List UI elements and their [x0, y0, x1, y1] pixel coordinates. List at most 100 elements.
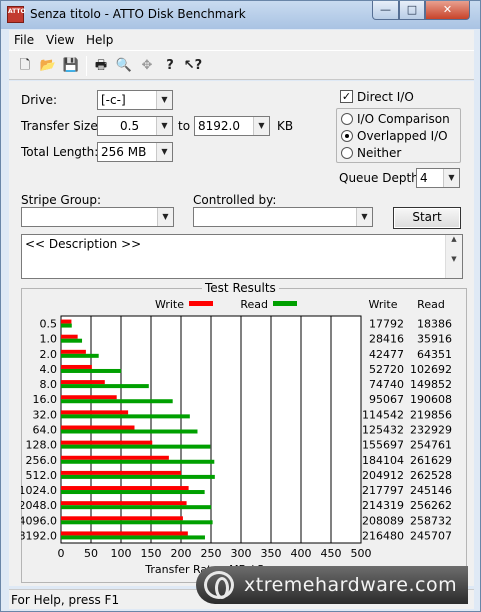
total-length-value: 256 MB [101, 145, 147, 159]
write-value: 74740 [369, 378, 404, 391]
watermark-text: xtremehardware.com [244, 574, 458, 596]
kb-label: KB [277, 119, 294, 133]
overlapped-io-radio[interactable] [341, 130, 353, 142]
scroll-down-icon[interactable]: ▼ [446, 255, 462, 263]
read-value: 219856 [410, 408, 452, 421]
new-file-icon[interactable]: 🗋 [15, 56, 35, 76]
y-tick-label: 1.0 [40, 333, 58, 346]
overlapped-io-label[interactable]: Overlapped I/O [357, 129, 448, 143]
write-bar [61, 395, 117, 400]
write-value: 42477 [369, 348, 404, 361]
read-value: 149852 [410, 378, 452, 391]
main-panel: Drive: [-c-] ▼ Transfer Size: 0.5 ▼ to 8… [9, 81, 474, 586]
y-tick-label: 256.0 [26, 454, 58, 467]
write-bar [61, 501, 187, 506]
menu-view[interactable]: View [46, 33, 74, 47]
y-tick-label: 4.0 [40, 363, 58, 376]
main-window: ATTO Senza titolo - ATTO Disk Benchmark … [0, 0, 481, 612]
write-bar [61, 455, 169, 460]
read-value: 254761 [410, 439, 452, 452]
write-bar [61, 349, 86, 354]
watermark-banner: xtremehardware.com [196, 566, 468, 604]
y-tick-label: 4096.0 [21, 514, 57, 527]
y-tick-label: 16.0 [33, 393, 58, 406]
write-value: 95067 [369, 393, 404, 406]
write-bar [61, 531, 188, 536]
queue-depth-value: 4 [420, 171, 428, 185]
x-tick-label: 400 [291, 547, 312, 560]
drive-select[interactable]: [-c-] ▼ [97, 90, 173, 110]
chevron-down-icon[interactable]: ▼ [156, 117, 172, 135]
print-icon[interactable]: 🖶 [91, 56, 111, 76]
read-bar [61, 444, 211, 449]
chevron-down-icon[interactable]: ▼ [156, 91, 172, 109]
y-tick-label: 2048.0 [21, 499, 57, 512]
read-bar [61, 490, 205, 495]
to-label: to [178, 119, 191, 133]
start-button[interactable]: Start [393, 207, 461, 229]
description-scrollbar[interactable]: ▲ ▼ [445, 235, 462, 278]
description-text: << Description >> [25, 237, 142, 251]
y-tick-label: 0.5 [40, 318, 58, 331]
chevron-down-icon[interactable]: ▼ [253, 117, 269, 135]
write-value: 216480 [362, 529, 404, 542]
menu-file[interactable]: File [14, 33, 34, 47]
read-bar [61, 474, 215, 479]
neither-label[interactable]: Neither [357, 146, 401, 160]
print-preview-icon[interactable]: 🔍 [114, 56, 134, 76]
read-column-header: Read [417, 298, 445, 311]
direct-io-label[interactable]: Direct I/O [357, 90, 414, 104]
move-icon[interactable]: ✥ [137, 56, 157, 76]
chevron-down-icon[interactable]: ▼ [156, 143, 172, 161]
open-folder-icon[interactable]: 📂 [38, 56, 58, 76]
read-value: 35916 [417, 333, 452, 346]
transfer-size-to-select[interactable]: 8192.0 ▼ [194, 116, 270, 136]
legend-write-swatch [189, 301, 213, 306]
write-value: 184104 [362, 454, 404, 467]
maximize-button[interactable]: □ [399, 1, 425, 20]
io-comparison-radio[interactable] [341, 113, 353, 125]
x-tick-label: 350 [261, 547, 282, 560]
read-value: 256262 [410, 499, 452, 512]
transfer-size-from-select[interactable]: 0.5 ▼ [97, 116, 173, 136]
menu-help[interactable]: Help [86, 33, 113, 47]
read-value: 64351 [417, 348, 452, 361]
scroll-up-icon[interactable]: ▲ [446, 235, 462, 243]
neither-radio[interactable] [341, 147, 353, 159]
io-comparison-label[interactable]: I/O Comparison [357, 112, 450, 126]
total-length-label: Total Length: [21, 145, 99, 159]
chevron-down-icon[interactable]: ▼ [157, 208, 173, 226]
title-bar[interactable]: ATTO Senza titolo - ATTO Disk Benchmark … [1, 1, 480, 29]
write-value: 114542 [362, 408, 404, 421]
read-bar [61, 353, 99, 358]
x-tick-label: 200 [171, 547, 192, 560]
read-bar [61, 368, 122, 373]
context-help-icon[interactable]: ↖? [183, 56, 203, 76]
controlled-by-select[interactable]: ▼ [193, 207, 373, 227]
chevron-down-icon[interactable]: ▼ [356, 208, 372, 226]
atto-app-icon[interactable]: ATTO [7, 6, 26, 23]
close-button[interactable]: ✕ [425, 1, 470, 20]
description-textarea[interactable]: << Description >> ▲ ▼ [21, 234, 463, 279]
stripe-group-select[interactable]: ▼ [21, 207, 174, 227]
write-bar [61, 410, 129, 415]
drive-label: Drive: [21, 93, 58, 107]
x-tick-label: 300 [231, 547, 252, 560]
save-icon[interactable]: 💾 [61, 56, 81, 76]
chevron-down-icon[interactable]: ▼ [443, 169, 459, 187]
read-bar [61, 399, 173, 404]
y-axis-labels: 0.5 1.0 2.0 4.0 8.0 16.0 32.0 64.0 128.0 256.0 512… [21, 318, 57, 543]
read-bar [61, 429, 198, 434]
total-length-select[interactable]: 256 MB ▼ [97, 142, 173, 162]
write-column-header: Write [368, 298, 397, 311]
toolbar: 🗋 📂 💾 🖶 🔍 ✥ ? ↖? [9, 50, 474, 80]
write-value: 28416 [369, 333, 404, 346]
x-tick-label: 100 [111, 547, 132, 560]
direct-io-checkbox[interactable]: ✓ [340, 90, 353, 103]
y-tick-label: 8.0 [40, 378, 58, 391]
minimize-button[interactable]: — [372, 1, 399, 20]
queue-depth-select[interactable]: 4 ▼ [416, 168, 460, 188]
help-icon[interactable]: ? [160, 56, 180, 76]
read-bar [61, 520, 213, 525]
transfer-rate-chart: Write Read Write Read 0.5 1.0 2.0 4.0 8.0 16.… [21, 298, 452, 576]
